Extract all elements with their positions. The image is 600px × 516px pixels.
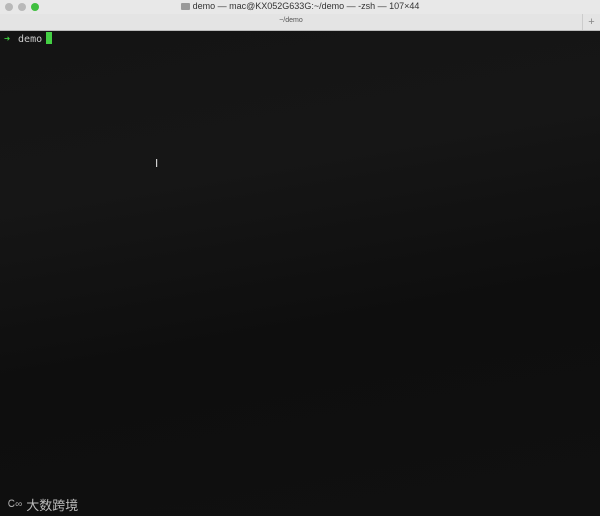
watermark-text: 大数跨境 xyxy=(26,498,79,513)
folder-icon xyxy=(180,3,190,10)
text-cursor xyxy=(46,32,53,44)
ibeam-cursor-icon: Ⅰ xyxy=(155,158,159,170)
tab-bar: ~/demo + xyxy=(0,14,600,31)
terminal-area[interactable]: ➜ demo Ⅰ xyxy=(0,31,600,516)
watermark-logo: Ꮯ∞ xyxy=(8,499,23,510)
new-tab-button[interactable]: + xyxy=(582,14,600,30)
watermark: Ꮯ∞ 大数跨境 xyxy=(8,495,78,514)
prompt-directory: demo xyxy=(18,34,43,45)
window-title: demo — mac@KX052G633G:~/demo — -zsh — 10… xyxy=(0,1,600,11)
title-bar: demo — mac@KX052G633G:~/demo — -zsh — 10… xyxy=(0,0,600,14)
prompt-line: ➜ demo xyxy=(4,32,53,45)
tab-demo[interactable]: ~/demo xyxy=(0,17,582,24)
prompt-arrow-icon: ➜ xyxy=(4,34,11,45)
window-title-text: demo — mac@KX052G633G:~/demo — -zsh — 10… xyxy=(192,1,420,11)
